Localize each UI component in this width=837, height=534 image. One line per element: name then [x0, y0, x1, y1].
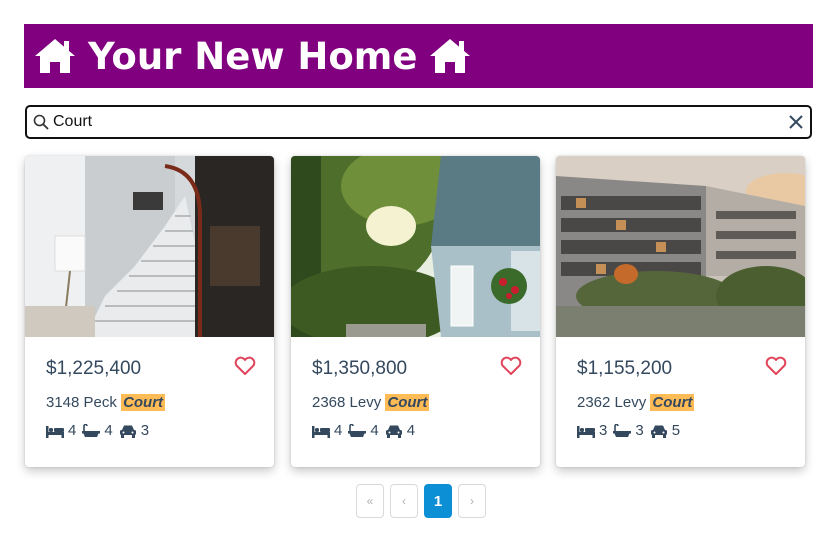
bed-icon: [312, 425, 330, 438]
pagination: « ‹ 1 ›: [356, 484, 492, 518]
search-highlight: Court: [650, 394, 695, 411]
address-text: 3148 Peck: [46, 394, 122, 411]
listing-address: 3148 Peck Court: [46, 394, 166, 411]
address-text: 2362 Levy: [577, 394, 651, 411]
car-icon: [650, 425, 667, 438]
listing-features: 4 4 3: [46, 422, 155, 439]
listing-price: $1,155,200: [577, 358, 673, 379]
search-highlight: Court: [121, 394, 166, 411]
heart-icon[interactable]: [765, 356, 787, 376]
first-page-button[interactable]: «: [356, 484, 384, 518]
next-page-button[interactable]: ›: [458, 484, 486, 518]
heart-icon[interactable]: [500, 356, 522, 376]
listing-photo-apartment: [556, 156, 805, 337]
listing-card[interactable]: $1,225,400 3148 Peck Court 4 4 3: [25, 156, 274, 467]
close-icon[interactable]: [788, 114, 804, 130]
beds-count: 4: [68, 422, 77, 439]
page-button-1[interactable]: 1: [424, 484, 452, 518]
cars-count: 3: [140, 422, 150, 439]
beds-count: 4: [334, 422, 343, 439]
search-highlight: Court: [385, 394, 430, 411]
listing-card[interactable]: $1,155,200 2362 Levy Court 3 3 5: [556, 156, 805, 467]
listing-photo-staircase: [25, 156, 274, 337]
baths-count: 4: [370, 422, 379, 439]
beds-count: 3: [599, 422, 608, 439]
page-title: Your New Home: [88, 34, 418, 78]
bed-icon: [46, 425, 64, 438]
listing-card[interactable]: $1,350,800 2368 Levy Court 4 4 4: [291, 156, 540, 467]
bath-icon: [82, 423, 101, 437]
listing-price: $1,225,400: [46, 358, 142, 379]
search-input[interactable]: [53, 108, 788, 136]
listing-features: 3 3 5: [577, 422, 686, 439]
listing-photo-house-garden: [291, 156, 540, 337]
listing-address: 2368 Levy Court: [312, 394, 430, 411]
listing-features: 4 4 4: [312, 422, 421, 439]
cars-count: 4: [406, 422, 416, 439]
bed-icon: [577, 425, 595, 438]
bath-icon: [348, 423, 367, 437]
address-text: 2368 Levy: [312, 394, 386, 411]
bath-icon: [613, 423, 632, 437]
prev-page-button[interactable]: ‹: [390, 484, 418, 518]
search-bar[interactable]: [25, 105, 812, 139]
listing-price: $1,350,800: [312, 358, 408, 379]
search-icon: [33, 114, 49, 130]
baths-count: 4: [104, 422, 113, 439]
car-icon: [385, 425, 402, 438]
baths-count: 3: [635, 422, 644, 439]
header-banner: Your New Home: [24, 24, 813, 88]
listing-address: 2362 Levy Court: [577, 394, 695, 411]
cars-count: 5: [671, 422, 681, 439]
house-icon: [35, 39, 75, 73]
heart-icon[interactable]: [234, 356, 256, 376]
house-icon: [430, 39, 471, 73]
car-icon: [119, 425, 136, 438]
